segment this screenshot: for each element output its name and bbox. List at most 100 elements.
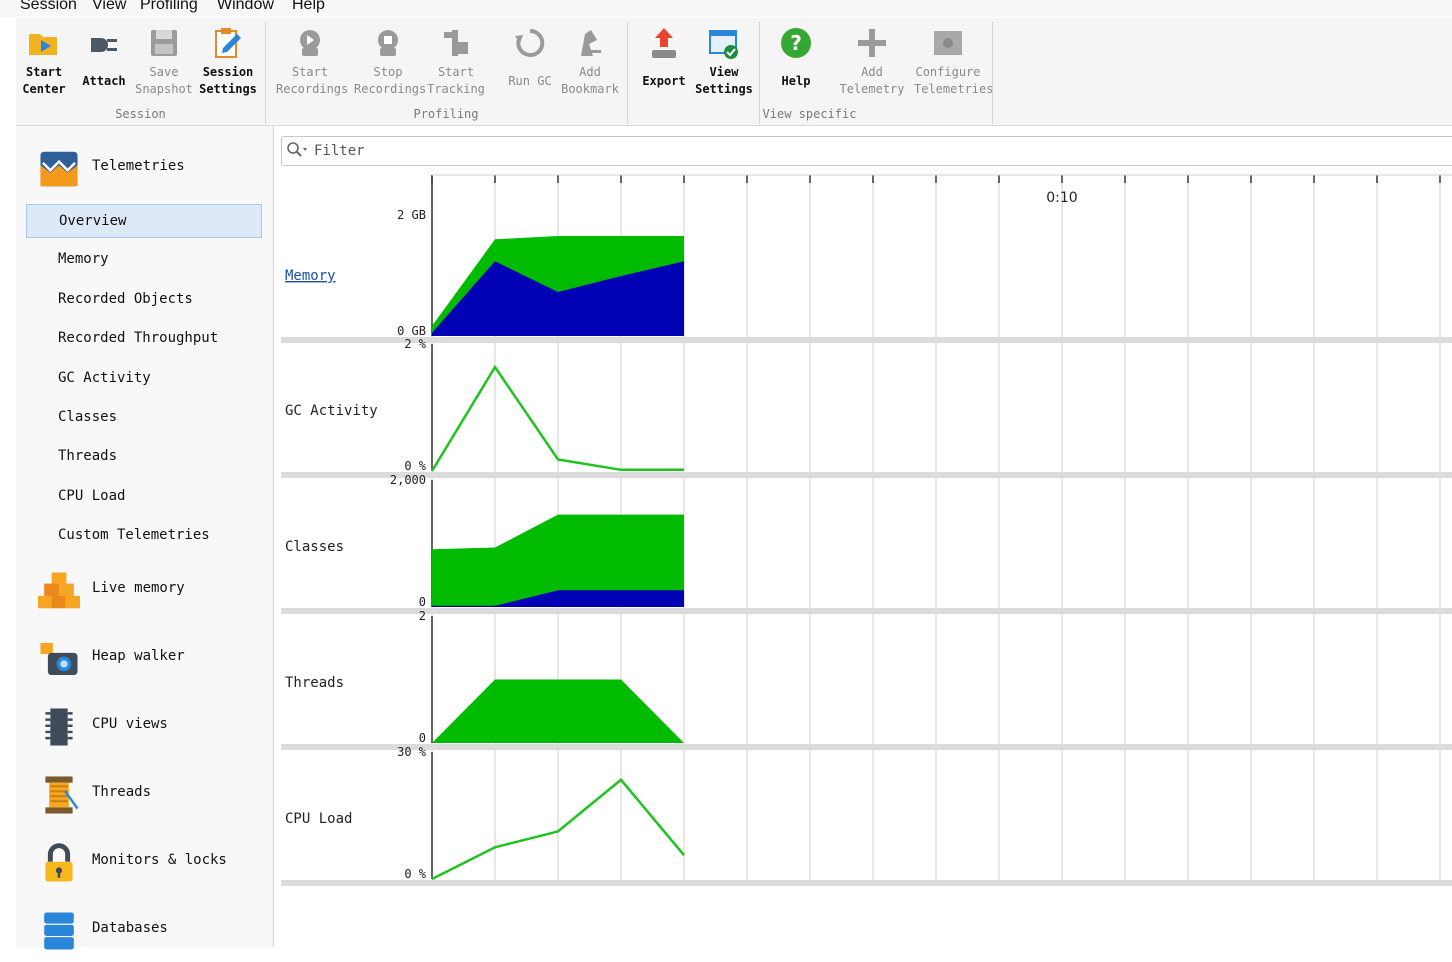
sidebar-item-label: Recorded Objects (58, 290, 193, 307)
sidebar-section-label: Databases (92, 920, 168, 936)
sidebar-item-label: Memory (58, 251, 109, 268)
sidebar-item-overview[interactable]: Overview (26, 204, 262, 238)
floppy-disk-icon (147, 26, 181, 60)
add-telemetry-label-line2: Telemetry (839, 82, 905, 96)
live-memory-icon (38, 570, 80, 612)
sidebar-item-classes[interactable]: Classes (26, 401, 260, 433)
clipboard-edit-icon (211, 26, 245, 60)
sidebar-item-label: Threads (58, 448, 118, 465)
configure-telemetries-label-line2: Telemetries (914, 82, 994, 96)
sidebar-item-label: Custom Telemetries (58, 527, 210, 544)
sidebar-section-heap-walker[interactable]: Heap walker (16, 632, 273, 690)
sidebar: Telemetries Overview Memory Recorded Object… (16, 126, 274, 950)
y-max-label: 30 % (397, 745, 427, 759)
toolbar-separator (992, 22, 993, 124)
monitors-locks-icon (38, 842, 80, 884)
session-settings-label: Session (202, 65, 254, 79)
stop-recordings-label-line2: Recordings (354, 82, 427, 96)
sidebar-section-label: Live memory (92, 580, 185, 596)
view-settings-icon (707, 26, 741, 60)
add-bookmark-label: Add (579, 65, 601, 79)
recycle-icon (513, 26, 547, 60)
attach-label: Attach (82, 74, 126, 88)
start-tracking-label: Start (437, 65, 475, 79)
sidebar-section-live-memory[interactable]: Live memory (16, 564, 273, 622)
sidebar-item-recorded-objects[interactable]: Recorded Objects (26, 283, 260, 315)
toolbar-group-label-view-specific: View specific (762, 107, 857, 121)
menu-window[interactable]: Window (217, 0, 274, 13)
stop-recordings-label: Stop (373, 65, 403, 79)
sidebar-item-memory[interactable]: Memory (26, 243, 260, 275)
sidebar-item-gc-activity[interactable]: GC Activity (26, 362, 260, 394)
y-min-label: 0 GB (397, 324, 426, 338)
configure-icon (931, 26, 965, 60)
sidebar-section-label: CPU views (92, 716, 168, 732)
sidebar-section-threads[interactable]: Threads (16, 768, 273, 826)
start-center-label-line2: Center (22, 82, 66, 96)
sidebar-section-label: Monitors & locks (92, 852, 227, 868)
sidebar-item-threads[interactable]: Threads (26, 440, 260, 472)
configure-telemetries-label: Configure (915, 65, 981, 79)
databases-icon (38, 910, 80, 952)
sidebar-item-recorded-throughput[interactable]: Recorded Throughput (26, 322, 260, 354)
series-area-threads (432, 679, 684, 743)
record-stop-icon (371, 26, 405, 60)
view-settings-label: View (709, 65, 739, 79)
y-min-label: 0 (419, 731, 426, 745)
sidebar-item-label: Overview (59, 213, 127, 229)
y-max-label: 2 GB (397, 208, 426, 222)
toolbar: Start Center Attach Save Snapshot Session Sett… (16, 18, 1452, 126)
panel-title-cpu-load: CPU Load (285, 811, 352, 827)
toolbar-group-label-session: Session (115, 107, 166, 121)
telemetry-overview-panel: 0:10 2 GB 0 GB Memory 2 % 0 % GC Activity 2,000… (274, 126, 1452, 947)
record-start-icon (293, 26, 327, 60)
sidebar-item-cpu-load[interactable]: CPU Load (26, 480, 260, 512)
cpu-views-icon (38, 706, 80, 748)
start-center-label: Start (25, 65, 63, 79)
telemetries-icon (38, 148, 80, 190)
add-bookmark-label-line2: Bookmark (561, 82, 619, 96)
y-max-label: 2 % (404, 337, 426, 351)
toolbar-group-label-profiling: Profiling (413, 107, 479, 121)
sidebar-section-label: Heap walker (92, 648, 185, 664)
export-label: Export (642, 74, 686, 88)
panel-title-classes: Classes (285, 539, 344, 555)
start-recordings-label: Start (291, 65, 329, 79)
sidebar-section-databases[interactable]: Databases (16, 904, 273, 962)
menu-view[interactable]: View (92, 0, 126, 13)
plug-icon (87, 26, 121, 60)
view-settings-label-line2: Settings (695, 82, 753, 96)
bookmark-icon (573, 26, 607, 60)
session-settings-label-line2: Settings (199, 82, 257, 96)
save-snapshot-label-line2: Snapshot (135, 82, 193, 96)
menu-profiling[interactable]: Profiling (140, 0, 198, 13)
export-arrow-icon (647, 26, 681, 60)
sidebar-item-label: Recorded Throughput (58, 330, 219, 347)
help-label: Help (781, 74, 811, 88)
add-telemetry-label: Add (861, 65, 883, 79)
sidebar-section-telemetries[interactable]: Telemetries (16, 142, 273, 200)
telemetry-charts: 0:10 2 GB 0 GB Memory 2 % 0 % GC Activity 2,000… (281, 174, 1452, 886)
panel-title-memory[interactable]: Memory (285, 268, 336, 284)
threads-icon (38, 774, 80, 816)
plus-icon (855, 26, 889, 60)
save-snapshot-label: Save (149, 65, 179, 79)
sidebar-section-cpu-views[interactable]: CPU views (16, 700, 273, 758)
y-min-label: 0 % (404, 459, 426, 473)
folder-start-icon (27, 26, 61, 60)
y-min-label: 0 % (404, 867, 426, 881)
sidebar-item-custom-telemetries[interactable]: Custom Telemetries (26, 519, 260, 551)
menu-session[interactable]: Session (20, 0, 77, 13)
sidebar-item-label: CPU Load (58, 487, 126, 504)
sidebar-section-label: Telemetries (92, 158, 185, 174)
y-max-label: 2,000 (390, 473, 426, 487)
menu-help[interactable]: Help (292, 0, 325, 13)
sidebar-item-label: Classes (58, 409, 118, 425)
sidebar-item-label: GC Activity (58, 369, 151, 386)
sidebar-section-monitors-locks[interactable]: Monitors & locks (16, 836, 273, 894)
y-max-label: 2 (419, 609, 426, 623)
sidebar-section-label: Threads (92, 784, 152, 800)
tracking-icon (439, 26, 473, 60)
svg-text:?: ? (790, 31, 802, 55)
start-recordings-label-line2: Recordings (276, 82, 349, 96)
